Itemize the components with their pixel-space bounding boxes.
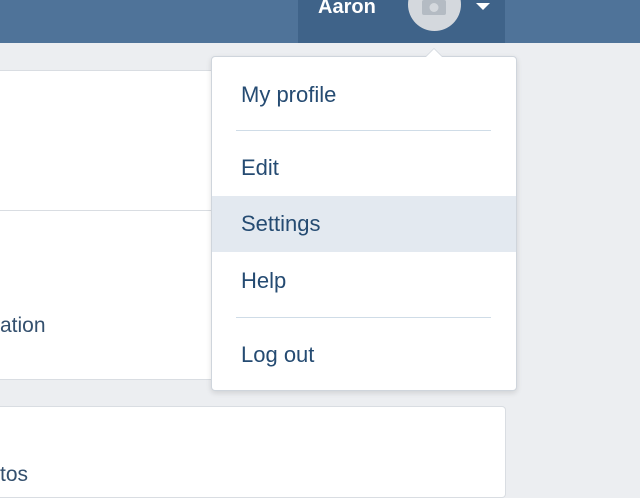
caret-down-icon[interactable]: [476, 3, 490, 10]
content-card: tos: [0, 406, 506, 498]
username-label: Aaron: [318, 0, 376, 18]
user-menu-toggle[interactable]: Aaron: [298, 0, 505, 43]
menu-item-my-profile[interactable]: My profile: [212, 67, 516, 123]
menu-divider: [236, 317, 491, 318]
top-navigation-bar: Aaron: [0, 0, 640, 43]
card-text[interactable]: tos: [0, 463, 28, 487]
menu-item-log-out[interactable]: Log out: [212, 327, 516, 383]
menu-item-help[interactable]: Help: [212, 253, 516, 309]
card-text[interactable]: ation: [0, 314, 46, 338]
camera-icon: [422, 0, 446, 15]
dropdown-pointer: [425, 48, 443, 57]
avatar[interactable]: [408, 0, 461, 31]
menu-divider: [236, 130, 491, 131]
user-dropdown-menu: My profile Edit Settings Help Log out: [211, 48, 517, 391]
menu-item-settings[interactable]: Settings: [212, 196, 516, 252]
menu-item-edit[interactable]: Edit: [212, 140, 516, 196]
